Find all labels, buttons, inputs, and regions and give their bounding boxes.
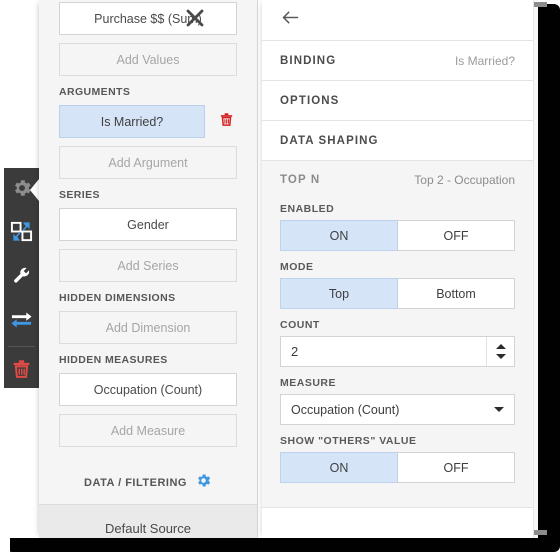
panel-back-header[interactable]	[262, 0, 533, 41]
rail-item-swap[interactable]	[4, 212, 39, 256]
add-measure-button[interactable]: Add Measure	[59, 414, 237, 447]
icon-rail	[4, 168, 39, 388]
row-binding-key: BINDING	[280, 54, 337, 67]
data-filtering-label: DATA / FILTERING	[84, 477, 187, 489]
swap-panels-icon	[10, 220, 33, 248]
app-root: Purchase $$ (Sum) Add Values ARGUMENTS I…	[0, 0, 560, 552]
row-binding[interactable]: BINDING Is Married?	[262, 41, 533, 81]
panel-scrollbar-thumb-top[interactable]	[534, 2, 547, 7]
show-others-toggle: ON OFF	[280, 452, 515, 483]
count-stepper-arrows[interactable]	[486, 337, 514, 366]
argument-field-is-married[interactable]: Is Married?	[59, 105, 205, 138]
row-data-shaping-key: DATA SHAPING	[280, 134, 379, 147]
default-source-item[interactable]: Default Source	[39, 505, 257, 538]
show-others-label: SHOW "OTHERS" VALUE	[280, 435, 417, 447]
hidden-dimensions-section-label: HIDDEN DIMENSIONS	[59, 292, 176, 304]
show-others-option-off[interactable]: OFF	[398, 452, 515, 483]
hidden-measures-section-label: HIDDEN MEASURES	[59, 354, 168, 366]
enabled-toggle: ON OFF	[280, 220, 515, 251]
trash-icon	[11, 358, 32, 385]
gear-icon[interactable]	[195, 472, 212, 494]
trash-icon	[219, 111, 234, 133]
top-n-label: TOP N	[280, 174, 321, 186]
panel-scrollbar-thumb-bottom[interactable]	[534, 530, 547, 535]
measure-label: MEASURE	[280, 377, 337, 389]
rail-item-delete[interactable]	[4, 349, 39, 393]
remove-argument-button[interactable]	[215, 111, 237, 133]
mode-label: MODE	[280, 261, 314, 273]
chart-binding-content: Purchase $$ (Sum) Add Values ARGUMENTS I…	[39, 0, 257, 499]
measure-value: Occupation (Count)	[291, 402, 400, 417]
panel-scrollbar-track[interactable]	[533, 0, 538, 538]
rail-divider	[8, 346, 35, 347]
enabled-label: ENABLED	[280, 203, 335, 215]
top-n-section: TOP N Top 2 - Occupation ENABLED ON OFF …	[262, 161, 533, 508]
chevron-down-icon[interactable]	[494, 407, 504, 412]
close-icon[interactable]	[181, 4, 209, 32]
count-label: COUNT	[280, 319, 320, 331]
count-stepper[interactable]: 2	[280, 336, 515, 367]
arguments-section-label: ARGUMENTS	[59, 86, 131, 98]
values-field-purchase[interactable]: Purchase $$ (Sum)	[59, 2, 237, 35]
row-binding-value: Is Married?	[454, 53, 515, 68]
add-values-button[interactable]: Add Values	[59, 43, 237, 76]
row-options[interactable]: OPTIONS	[262, 81, 533, 121]
mode-option-top[interactable]: Top	[280, 278, 398, 309]
rail-item-transpose[interactable]	[4, 300, 39, 344]
series-section-label: SERIES	[59, 189, 100, 201]
wrench-icon	[11, 265, 32, 291]
back-arrow-icon[interactable]	[280, 7, 301, 33]
chevron-up-icon[interactable]	[495, 344, 506, 349]
add-argument-button[interactable]: Add Argument	[59, 146, 237, 179]
hidden-measure-field-occupation[interactable]: Occupation (Count)	[59, 373, 237, 406]
rail-selection-pointer	[30, 179, 39, 201]
show-others-option-on[interactable]: ON	[280, 452, 398, 483]
window-backdrop-bottom	[6, 538, 560, 552]
enabled-option-on[interactable]: ON	[280, 220, 398, 251]
transpose-arrows-icon	[10, 310, 33, 335]
data-filtering-header[interactable]: DATA / FILTERING	[59, 467, 237, 499]
enabled-option-off[interactable]: OFF	[398, 220, 515, 251]
measure-select[interactable]: Occupation (Count)	[280, 394, 515, 425]
add-series-button[interactable]: Add Series	[59, 249, 237, 282]
row-options-key: OPTIONS	[280, 94, 340, 107]
properties-panel: BINDING Is Married? OPTIONS DATA SHAPING…	[262, 0, 533, 538]
series-field-gender[interactable]: Gender	[59, 208, 237, 241]
argument-row: Is Married?	[59, 105, 237, 138]
add-dimension-button[interactable]: Add Dimension	[59, 311, 237, 344]
mode-option-bottom[interactable]: Bottom	[398, 278, 515, 309]
row-data-shaping[interactable]: DATA SHAPING	[262, 121, 533, 161]
chart-binding-panel: Purchase $$ (Sum) Add Values ARGUMENTS I…	[39, 0, 258, 538]
top-n-header: TOP N Top 2 - Occupation	[280, 161, 515, 199]
top-n-summary: Top 2 - Occupation	[414, 173, 515, 187]
rail-item-options[interactable]	[4, 168, 39, 212]
rail-item-tools[interactable]	[4, 256, 39, 300]
chevron-down-icon[interactable]	[495, 354, 506, 359]
window-backdrop-right	[538, 4, 560, 550]
window-backdrop-corner	[0, 538, 10, 552]
mode-toggle: Top Bottom	[280, 278, 515, 309]
count-value[interactable]: 2	[281, 337, 486, 366]
